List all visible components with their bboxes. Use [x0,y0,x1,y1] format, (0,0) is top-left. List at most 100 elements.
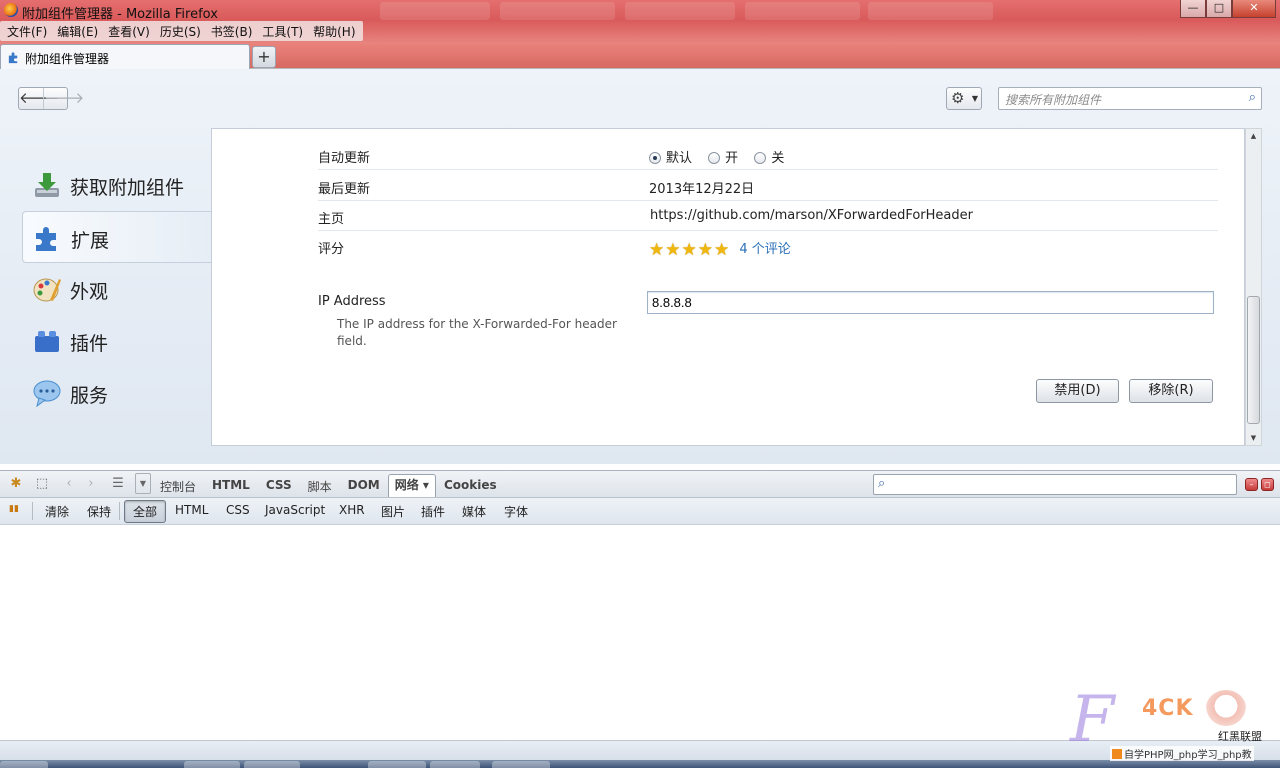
tab-net[interactable]: 网络 ▾ [387,474,436,497]
filter-plugins[interactable]: 插件 [421,503,445,520]
taskbar-item[interactable] [184,761,240,768]
menu-view[interactable]: 查看(V) [103,21,155,41]
tab-dom[interactable]: DOM [340,476,388,497]
auto-update-label: 自动更新 [318,151,371,166]
menu-help[interactable]: 帮助(H) [308,21,360,41]
category-label: 插件 [70,333,109,355]
taskbar-item[interactable] [368,761,426,768]
back-arrow-icon[interactable]: ‹ [60,476,78,492]
filter-css[interactable]: CSS [226,503,250,517]
category-services[interactable]: 服务 [22,367,212,419]
chevron-down-icon[interactable]: ▼ [135,473,151,494]
filter-html[interactable]: HTML [175,503,208,517]
tab-addons-manager[interactable]: 附加组件管理器 [0,44,250,70]
menu-history[interactable]: 历史(S) [155,21,206,41]
firebug-icon[interactable]: ✱ [7,476,25,492]
filter-fonts[interactable]: 字体 [504,503,528,520]
maximize-button[interactable]: □ [1206,0,1232,18]
category-extensions[interactable]: 扩展 [22,211,213,263]
last-updated-value: 2013年12月22日 [649,182,755,197]
firefox-icon [4,3,18,17]
disable-button[interactable]: 禁用(D) [1036,379,1119,403]
filter-images[interactable]: 图片 [381,503,405,520]
taskbar-item[interactable] [430,761,480,768]
firebug-detach-button[interactable]: ◻ [1261,478,1274,491]
new-tab-button[interactable]: + [252,46,276,68]
firebug-minimize-button[interactable]: – [1245,478,1258,491]
tab-script[interactable]: 脚本 [300,476,340,497]
list-menu-icon[interactable]: ☰ [109,476,127,492]
rating-row: 评分 ★★★★★ 4 个评论 [318,231,1218,261]
tab-console[interactable]: 控制台 [152,476,204,497]
menu-bookmarks[interactable]: 书签(B) [206,21,258,41]
category-plugins[interactable]: 插件 [22,315,212,367]
forward-arrow-icon[interactable]: › [82,476,100,492]
tab-cookies[interactable]: Cookies [436,476,505,497]
radio-label: 默认 [666,151,693,166]
homepage-label: 主页 [318,212,345,227]
filter-xhr[interactable]: XHR [339,503,365,517]
category-label: 外观 [70,281,109,303]
ip-address-label: IP Address [318,294,386,309]
category-appearance[interactable]: 外观 [22,263,212,315]
homepage-link[interactable]: https://github.com/marson/XForwardedForH… [650,208,973,223]
ip-address-input[interactable] [647,291,1214,314]
filter-all[interactable]: 全部 [124,500,167,523]
radio-on[interactable]: 开 [708,151,738,166]
inspect-icon[interactable]: ⬚ [33,476,51,492]
forward-button[interactable]: 🡒 [43,88,84,109]
homepage-row: 主页 https://github.com/marson/XForwardedF… [318,201,1218,231]
menu-edit[interactable]: 编辑(E) [52,21,103,41]
category-get-addons[interactable]: 获取附加组件 [22,159,212,211]
addons-search-input[interactable]: 搜索所有附加组件 ⌕ [998,87,1262,110]
radio-default-indicator [649,152,661,164]
filter-media[interactable]: 媒体 [462,503,486,520]
minimize-button[interactable]: — [1180,0,1206,18]
gear-icon: ⚙ [951,89,965,107]
tools-gear-button[interactable]: ⚙ ▼ [946,87,982,110]
menu-file[interactable]: 文件(F) [2,21,52,41]
search-icon: ⌕ [1248,90,1256,105]
detail-scrollbar[interactable]: ▲ ▼ [1245,128,1262,446]
scroll-up-icon[interactable]: ▲ [1246,129,1261,143]
php-logo-icon [1112,749,1122,759]
filter-javascript[interactable]: JavaScript [265,503,325,517]
watermark-hongke: 红黑联盟 [1218,730,1262,743]
tab-html[interactable]: HTML [204,476,258,497]
watermark-brand: 4CK [1142,696,1194,721]
radio-default[interactable]: 默认 [649,151,692,166]
scroll-thumb[interactable] [1247,296,1260,424]
start-button[interactable] [0,761,48,768]
background-window-ghost [380,2,490,20]
tab-css[interactable]: CSS [258,476,300,497]
clear-button[interactable]: 清除 [45,503,69,520]
category-label: 获取附加组件 [70,177,185,199]
menu-tools[interactable]: 工具(T) [257,21,308,41]
reviews-link[interactable]: 4 个评论 [739,242,790,257]
scroll-down-icon[interactable]: ▼ [1246,431,1261,445]
remove-button[interactable]: 移除(R) [1129,379,1213,403]
rating-value: ★★★★★ 4 个评论 [649,238,791,260]
close-button[interactable]: ✕ [1232,0,1276,18]
puzzle-icon [8,52,18,64]
ip-address-description: The IP address for the X-Forwarded-For h… [337,317,617,348]
taskbar-item[interactable] [492,761,550,768]
back-button[interactable]: 🡐 [19,88,59,109]
xhr-toggle-icon[interactable]: ▮▮ [9,504,19,514]
plugin-block-icon [35,331,59,352]
menu-bar: 文件(F) 编辑(E) 查看(V) 历史(S) 书签(B) 工具(T) 帮助(H… [0,21,363,41]
persist-button[interactable]: 保持 [87,503,111,520]
watermark-letter: F [1070,683,1115,757]
firebug-search-input[interactable]: ⌕ [873,474,1237,495]
taskbar-item[interactable] [244,761,300,768]
addons-manager: 🡐 🡒 ⚙ ▼ 搜索所有附加组件 ⌕ 获取附加组件 扩展 外观 插件 服务 自动… [0,69,1280,464]
background-window-ghost [745,2,860,20]
search-placeholder: 搜索所有附加组件 [1005,93,1102,107]
radio-off[interactable]: 关 [754,151,784,166]
watermark-mascot-icon [1206,690,1246,726]
chat-bubble-icon [33,380,61,408]
watermark-php-text: 自学PHP网_php学习_php教 [1124,750,1252,761]
separator [119,502,120,520]
history-nav: 🡐 🡒 [18,87,84,110]
palette-icon [33,278,61,302]
